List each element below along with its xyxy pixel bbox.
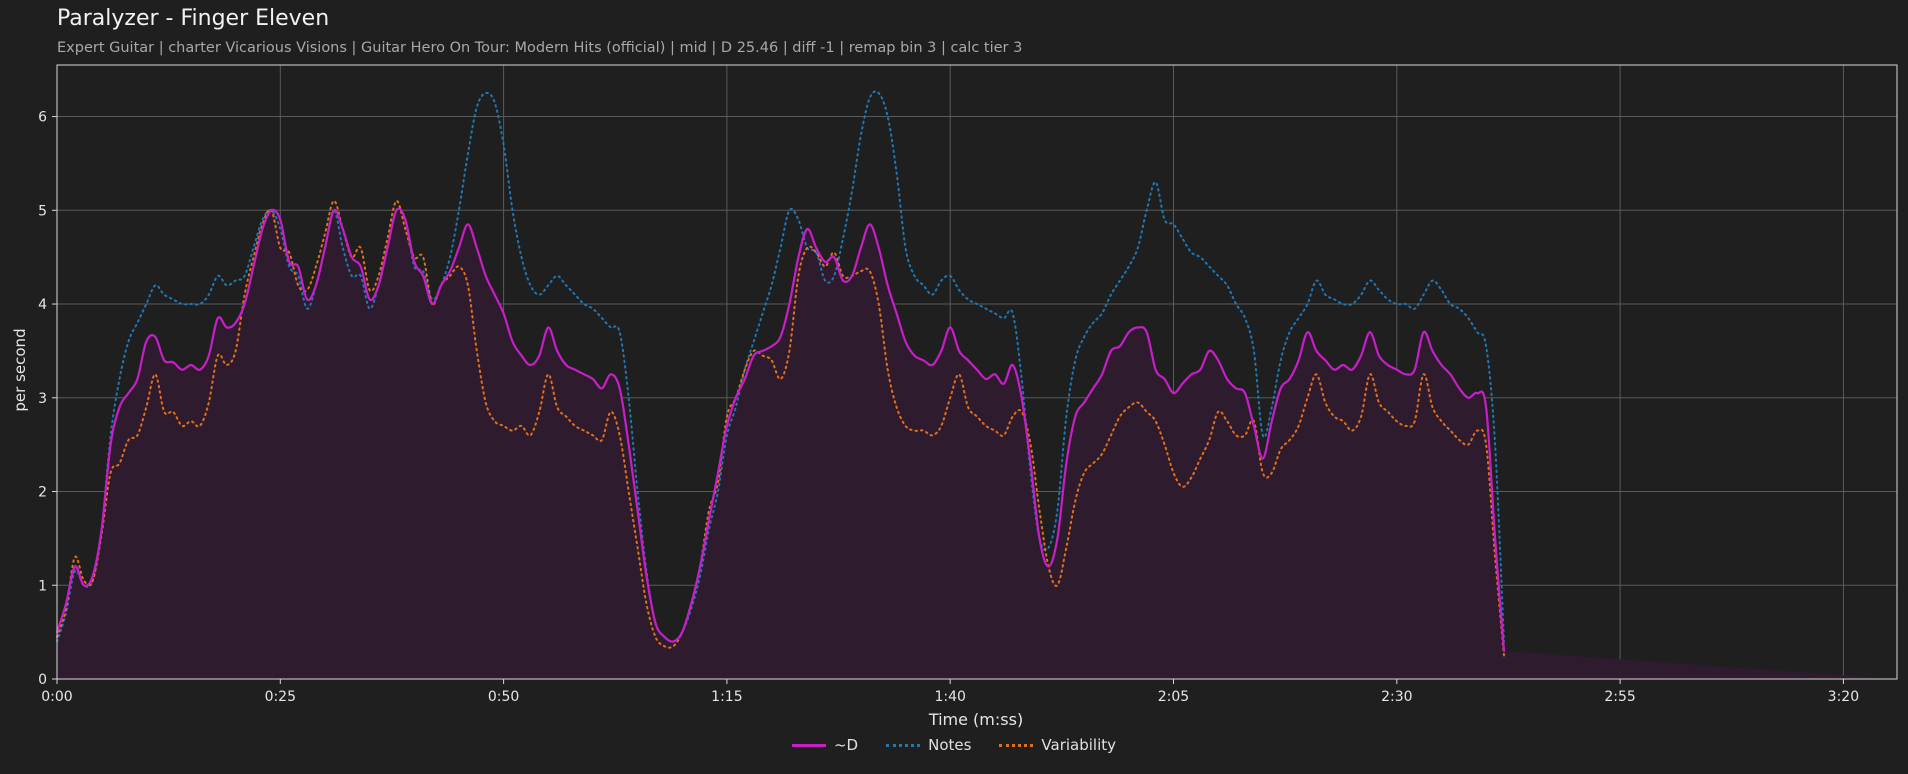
y-tick-label: 1 [38,578,47,594]
x-tick-label: 2:55 [1604,689,1635,705]
d-fill-area [57,208,1897,679]
x-tick-label: 2:05 [1158,689,1189,705]
legend-label-variability: Variability [1041,736,1117,754]
y-axis-label: per second [11,328,29,411]
legend-label-notes: Notes [928,736,972,754]
x-axis-label: Time (m:ss) [928,710,1023,729]
y-tick-label: 4 [38,297,47,313]
x-axis-ticks: 0:00 0:25 0:50 1:15 1:40 2:05 2:30 2:55 3:20 [41,679,1859,705]
x-tick-label: 0:25 [265,689,296,705]
d-area-fill [57,208,1897,679]
x-tick-label: 1:40 [934,689,965,705]
legend-item-variability: Variability [999,736,1116,754]
y-tick-label: 5 [38,203,47,219]
y-tick-label: 6 [38,110,47,126]
x-tick-label: 2:30 [1381,689,1412,705]
x-tick-label: 3:20 [1828,689,1859,705]
y-tick-label: 0 [38,672,47,688]
y-axis-ticks: 0 1 2 3 4 5 6 [38,110,57,688]
legend-swatch-variability [999,743,1034,747]
legend: ~D Notes Variability [0,736,1908,754]
x-tick-label: 0:50 [488,689,519,705]
y-tick-label: 2 [38,485,47,501]
plot-area: 0:00 0:25 0:50 1:15 1:40 2:05 2:30 2:55 3:20 0 1 2… [11,64,1898,729]
x-tick-label: 1:15 [711,689,742,705]
legend-swatch-notes [886,743,921,747]
y-tick-label: 3 [38,391,47,407]
legend-item-d: ~D [791,736,859,754]
x-tick-label: 0:00 [41,689,72,705]
legend-swatch-d [791,743,826,747]
legend-item-notes: Notes [886,736,971,754]
legend-label-d: ~D [833,736,859,754]
